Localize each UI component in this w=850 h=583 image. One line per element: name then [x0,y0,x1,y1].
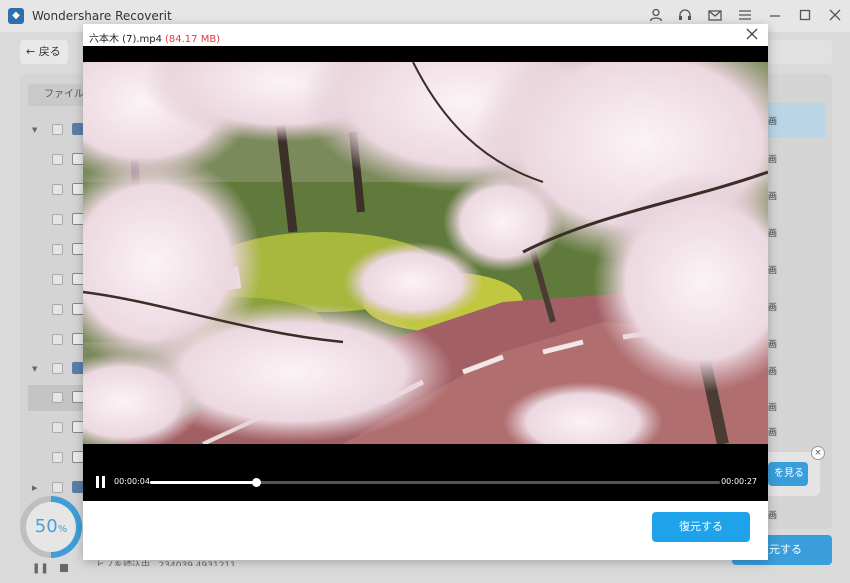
tree-group-videos[interactable]: ▼ [28,356,88,382]
dialog-close-icon[interactable] [744,27,760,43]
checkbox[interactable] [52,244,63,255]
tree-item[interactable] [28,177,88,203]
file-row-text: 画 [768,192,778,202]
back-button-label: 戻る [38,45,61,58]
current-time: 00:00:04 [114,477,150,486]
tree-item[interactable] [28,297,88,323]
checkbox[interactable] [52,334,63,345]
tree-item[interactable] [28,237,88,263]
tree-item[interactable] [28,445,88,471]
file-name: 六本木 (7).mp4 [89,34,162,45]
checkbox[interactable] [52,184,63,195]
back-button[interactable]: ← 戻る [20,40,68,64]
app-title: Wondershare Recoverit [32,9,172,23]
dialog-title: 六本木 (7).mp4 (84.17 MB) [89,30,220,45]
progress-unit: % [57,524,68,535]
window-close-icon[interactable] [827,8,843,24]
pause-icon[interactable] [95,476,107,488]
file-row-text: 画 [768,367,778,377]
tree-item[interactable] [28,267,88,293]
checkbox[interactable] [52,214,63,225]
app-logo-icon: ◆ [8,8,24,24]
tree-item-selected[interactable] [28,385,88,411]
scan-progress-value: 50% [26,502,76,552]
tree-item[interactable] [28,327,88,353]
checkbox[interactable] [52,154,63,165]
file-row-text: 画 [768,403,778,413]
file-row-text: 画 [768,229,778,239]
checkbox[interactable] [52,363,63,374]
file-row-text: 画 [768,428,778,438]
cherry-blossom-video-frame [83,62,768,444]
file-row-text: 画 [768,340,778,350]
seek-handle[interactable] [252,478,262,487]
checkbox[interactable] [52,392,63,403]
tree-item[interactable] [28,415,88,441]
checkbox[interactable] [52,482,63,493]
toast-view-button[interactable]: を見る [768,462,808,486]
scan-pause-icon[interactable]: ❚❚ [32,563,49,574]
total-time: 00:00:27 [721,477,757,486]
preview-dialog: 六本木 (7).mp4 (84.17 MB) 00:00:04 00:00:27… [83,24,768,560]
account-icon[interactable] [648,8,664,24]
video-player[interactable]: 00:00:04 00:00:27 [83,46,768,501]
toast-close-icon[interactable]: × [811,446,825,460]
file-row-text: 画 [768,266,778,276]
maximize-icon[interactable] [797,8,813,24]
checkbox[interactable] [52,124,63,135]
headset-icon[interactable] [677,8,693,24]
player-controls: 00:00:04 00:00:27 [83,444,768,501]
restore-button[interactable]: 復元する [652,512,750,542]
mail-icon[interactable] [707,8,723,24]
checkbox[interactable] [52,422,63,433]
tree-item[interactable] [28,147,88,173]
seek-bar[interactable] [150,478,720,487]
filter-tab[interactable]: ファイルの [28,84,88,106]
file-row-text: 画 [768,303,778,313]
seek-progress [150,481,257,484]
checkbox[interactable] [52,274,63,285]
minimize-icon[interactable] [767,8,783,24]
scan-stop-icon[interactable] [60,564,68,572]
progress-percent: 50 [34,516,58,537]
tree-group-photos[interactable]: ▼ [28,117,88,143]
file-size: (84.17 MB) [164,34,221,45]
file-row-text: 画 [768,511,778,521]
menu-icon[interactable] [737,8,753,24]
video-frame [83,62,768,444]
checkbox[interactable] [52,452,63,463]
tree-item[interactable] [28,207,88,233]
file-row-text: 画 [768,117,778,127]
checkbox[interactable] [52,304,63,315]
file-row-text: 画 [768,155,778,165]
